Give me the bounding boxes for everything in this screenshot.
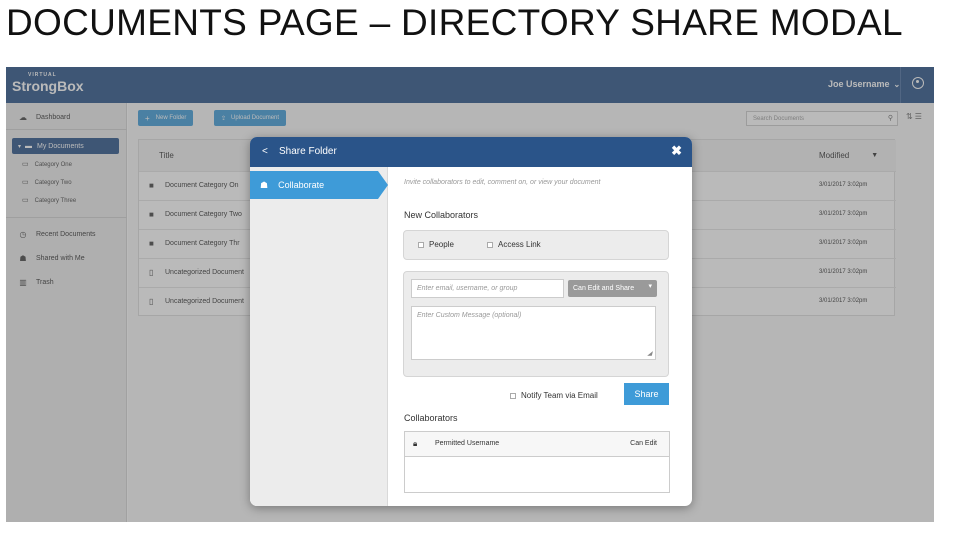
permission-value: Can Edit and Share [573,285,635,292]
tab-collaborate[interactable]: ☗ Collaborate [250,171,388,199]
modal-header: < Share Folder ✖ [250,137,692,167]
email-field[interactable]: Enter email, username, or group [411,279,564,298]
checkbox[interactable] [418,241,424,248]
access-link-checkbox[interactable]: Access Link [487,240,541,249]
permission-select[interactable]: Can Edit and Share ▾ [568,280,657,297]
app-window: VIRTUAL StrongBox Joe Username ⌄ ☁ Dashboa… [6,67,934,522]
slide-title: DOCUMENTS PAGE – DIRECTORY SHARE MODAL [6,2,903,43]
modal-title: Share Folder [279,146,337,157]
custom-message-textarea[interactable]: Enter Custom Message (optional) ◢ [411,306,656,360]
checkbox[interactable] [487,241,493,248]
lock-icon: 🔒︎ [413,439,418,448]
notify-team-checkbox[interactable]: Notify Team via Email [510,391,598,400]
new-collaborators-heading: New Collaborators [404,210,479,220]
collaborators-table-header: 🔒︎ Permitted Username Can Edit [405,432,669,457]
message-placeholder: Enter Custom Message (optional) [417,312,522,319]
modal-sidebar: ☗ Collaborate [250,167,388,506]
checkbox-label: Notify Team via Email [521,391,598,400]
collaborators-table: 🔒︎ Permitted Username Can Edit [404,431,670,493]
collaborators-heading: Collaborators [404,413,458,423]
checkbox[interactable] [510,392,516,399]
caret-down-icon: ▾ [648,283,652,290]
modal-hint: Invite collaborators to edit, comment on… [404,179,601,186]
tab-label: Collaborate [278,180,325,190]
share-folder-modal: < Share Folder ✖ ☗ Collaborate Invite col… [250,137,692,506]
share-button[interactable]: Share [624,383,669,405]
column-header-username: Permitted Username [435,440,500,447]
checkbox-label: Access Link [498,240,541,249]
column-header-can-edit: Can Edit [630,440,657,447]
share-icon: < [262,146,268,157]
close-icon[interactable]: ✖ [671,143,682,159]
users-icon: ☗ [260,179,269,190]
resize-handle-icon[interactable]: ◢ [647,350,652,357]
people-checkbox[interactable]: People [418,240,454,249]
checkbox-label: People [429,240,454,249]
